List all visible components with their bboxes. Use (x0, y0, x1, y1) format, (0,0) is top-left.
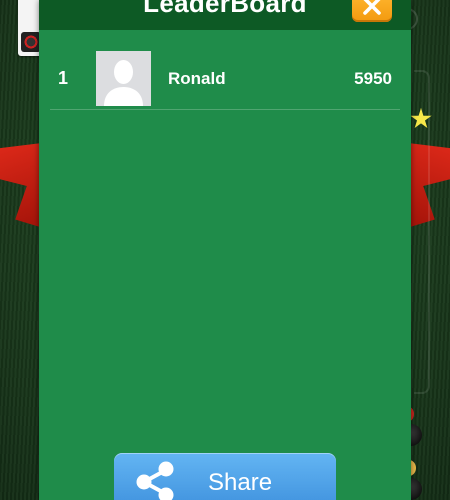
avatar (96, 51, 151, 106)
share-icon (136, 461, 174, 500)
card-pip-icon (21, 32, 41, 52)
player-score: 5950 (354, 69, 392, 88)
rank-label: 1 (58, 68, 69, 88)
leaderboard-modal: LeaderBoard 1 Ronald 5950 Share (39, 0, 411, 500)
game-screen: LeaderBoard 1 Ronald 5950 Share (0, 0, 450, 500)
close-button[interactable] (352, 0, 392, 22)
share-label: Share (208, 469, 273, 496)
modal-header: LeaderBoard (39, 0, 411, 30)
close-icon (363, 0, 381, 15)
share-button[interactable]: Share (114, 453, 336, 500)
leaderboard-row: 1 Ronald 5950 (50, 47, 400, 110)
player-name: Ronald (168, 69, 226, 88)
default-avatar-icon (104, 60, 143, 106)
